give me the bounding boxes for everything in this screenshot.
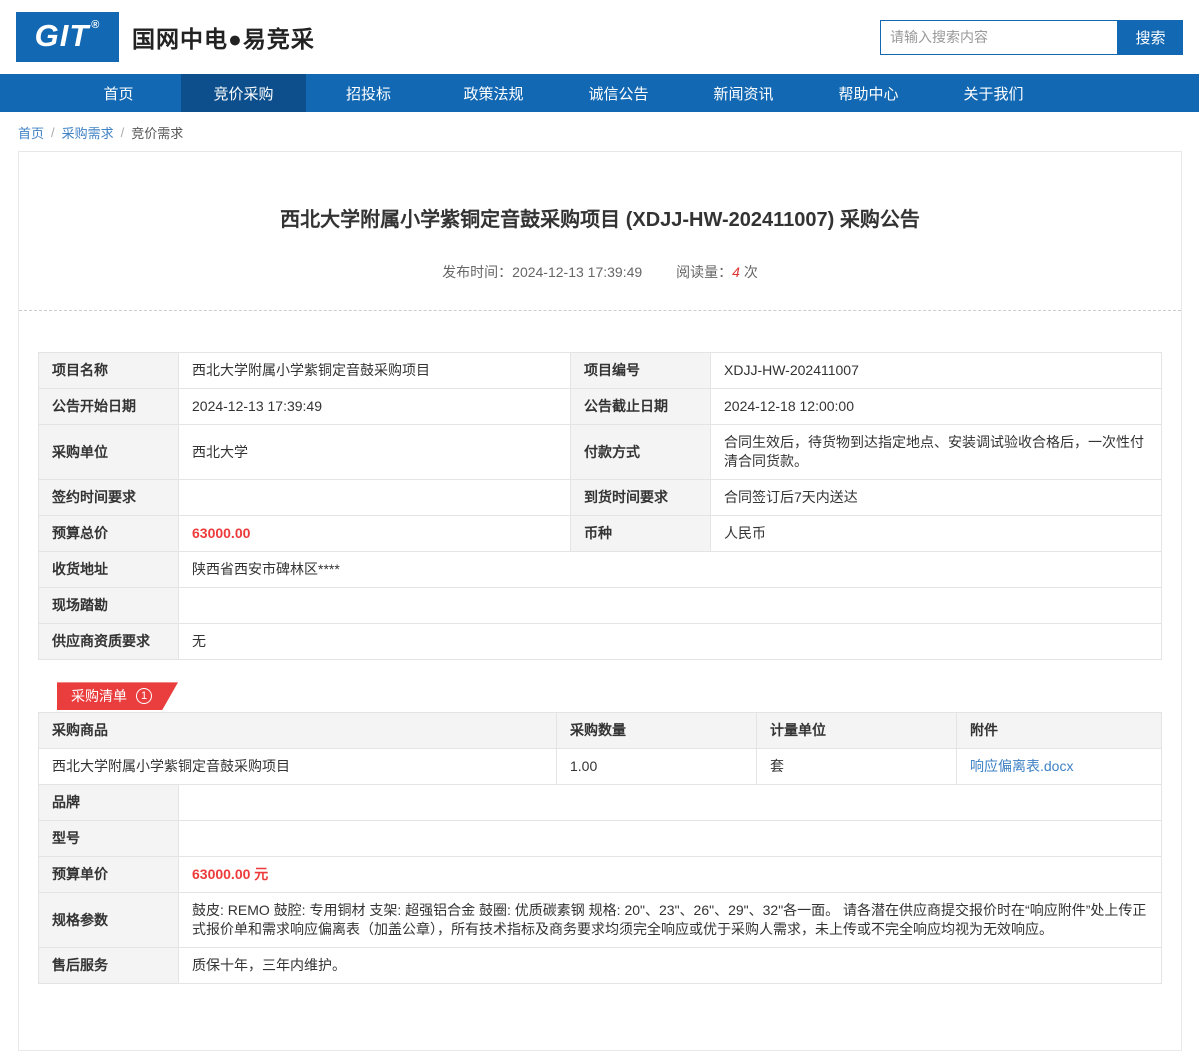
purchase-list-badge: 采购清单 1 bbox=[57, 682, 178, 710]
badge-count-icon: 1 bbox=[136, 688, 152, 704]
info-label: 公告截止日期 bbox=[571, 389, 711, 425]
info-value: 2024-12-13 17:39:49 bbox=[179, 389, 571, 425]
nav-item-news[interactable]: 新闻资讯 bbox=[681, 74, 806, 112]
search-group: 搜索 bbox=[880, 20, 1183, 55]
detail-label: 规格参数 bbox=[39, 893, 179, 948]
breadcrumb-current: 竞价需求 bbox=[131, 123, 183, 142]
notice-card: 西北大学附属小学紫铜定音鼓采购项目 (XDJJ-HW-202411007) 采购… bbox=[18, 151, 1182, 1051]
table-row: 供应商资质要求 无 bbox=[39, 624, 1162, 660]
breadcrumb-home[interactable]: 首页 bbox=[18, 123, 44, 142]
after-sales-service: 质保十年，三年内维护。 bbox=[179, 948, 1162, 984]
info-value: 西北大学 bbox=[179, 425, 571, 480]
info-label: 收货地址 bbox=[39, 552, 179, 588]
info-value bbox=[179, 480, 571, 516]
info-value: 无 bbox=[179, 624, 1162, 660]
dashed-divider bbox=[19, 310, 1181, 311]
info-value: 合同签订后7天内送达 bbox=[711, 480, 1162, 516]
search-button[interactable]: 搜索 bbox=[1118, 20, 1183, 55]
nav-item-about[interactable]: 关于我们 bbox=[931, 74, 1056, 112]
column-header-quantity: 采购数量 bbox=[557, 713, 757, 749]
column-header-unit: 计量单位 bbox=[757, 713, 957, 749]
info-label: 采购单位 bbox=[39, 425, 179, 480]
info-label: 项目名称 bbox=[39, 353, 179, 389]
logo-text: GIT bbox=[35, 12, 90, 60]
project-info-table: 项目名称 西北大学附属小学紫铜定音鼓采购项目 项目编号 XDJJ-HW-2024… bbox=[38, 352, 1162, 660]
table-row: 预算总价 63000.00 币种 人民币 bbox=[39, 516, 1162, 552]
info-value: 2024-12-18 12:00:00 bbox=[711, 389, 1162, 425]
detail-label: 预算单价 bbox=[39, 857, 179, 893]
detail-value bbox=[179, 821, 1162, 857]
budget-total-price: 63000.00 bbox=[179, 516, 571, 552]
publish-time-value: 2024-12-13 17:39:49 bbox=[512, 264, 642, 280]
detail-label: 售后服务 bbox=[39, 948, 179, 984]
info-label: 币种 bbox=[571, 516, 711, 552]
info-label: 签约时间要求 bbox=[39, 480, 179, 516]
detail-label: 品牌 bbox=[39, 785, 179, 821]
publish-time-label: 发布时间： bbox=[442, 264, 512, 280]
search-input[interactable] bbox=[880, 20, 1118, 55]
views-label: 阅读量： bbox=[676, 264, 732, 280]
breadcrumb: 首页 / 采购需求 / 竞价需求 bbox=[0, 112, 1199, 151]
table-row: 项目名称 西北大学附属小学紫铜定音鼓采购项目 项目编号 XDJJ-HW-2024… bbox=[39, 353, 1162, 389]
table-row: 西北大学附属小学紫铜定音鼓采购项目 1.00 套 响应偏离表.docx bbox=[39, 749, 1162, 785]
notice-head: 西北大学附属小学紫铜定音鼓采购项目 (XDJJ-HW-202411007) 采购… bbox=[19, 152, 1181, 310]
table-row: 售后服务 质保十年，三年内维护。 bbox=[39, 948, 1162, 984]
notice-meta: 发布时间：2024-12-13 17:39:49 阅读量：4 次 bbox=[49, 262, 1151, 282]
table-row: 品牌 bbox=[39, 785, 1162, 821]
info-value: 人民币 bbox=[711, 516, 1162, 552]
breadcrumb-separator: / bbox=[121, 125, 125, 140]
nav-item-home[interactable]: 首页 bbox=[56, 74, 181, 112]
table-row: 现场踏勘 bbox=[39, 588, 1162, 624]
nav-item-tender[interactable]: 招投标 bbox=[306, 74, 431, 112]
attachment-link[interactable]: 响应偏离表.docx bbox=[970, 758, 1073, 774]
info-value: 西北大学附属小学紫铜定音鼓采购项目 bbox=[179, 353, 571, 389]
table-row: 签约时间要求 到货时间要求 合同签订后7天内送达 bbox=[39, 480, 1162, 516]
site-title: 国网中电●易竞采 bbox=[132, 20, 315, 54]
product-name: 西北大学附属小学紫铜定音鼓采购项目 bbox=[39, 749, 557, 785]
nav-item-integrity[interactable]: 诚信公告 bbox=[556, 74, 681, 112]
detail-value bbox=[179, 785, 1162, 821]
info-value: XDJJ-HW-202411007 bbox=[711, 353, 1162, 389]
page-title: 西北大学附属小学紫铜定音鼓采购项目 (XDJJ-HW-202411007) 采购… bbox=[49, 205, 1151, 235]
column-header-product: 采购商品 bbox=[39, 713, 557, 749]
info-value bbox=[179, 588, 1162, 624]
info-value: 合同生效后，待货物到达指定地点、安装调试验收合格后，一次性付清合同货款。 bbox=[711, 425, 1162, 480]
table-row: 采购单位 西北大学 付款方式 合同生效后，待货物到达指定地点、安装调试验收合格后… bbox=[39, 425, 1162, 480]
table-row: 预算单价 63000.00 元 bbox=[39, 857, 1162, 893]
info-label: 项目编号 bbox=[571, 353, 711, 389]
table-header-row: 采购商品 采购数量 计量单位 附件 bbox=[39, 713, 1162, 749]
info-label: 公告开始日期 bbox=[39, 389, 179, 425]
info-label: 供应商资质要求 bbox=[39, 624, 179, 660]
detail-label: 型号 bbox=[39, 821, 179, 857]
nav-item-policy[interactable]: 政策法规 bbox=[431, 74, 556, 112]
nav-item-bidding[interactable]: 竞价采购 bbox=[181, 74, 306, 112]
table-row: 收货地址 陕西省西安市碑林区**** bbox=[39, 552, 1162, 588]
product-unit: 套 bbox=[757, 749, 957, 785]
info-label: 预算总价 bbox=[39, 516, 179, 552]
table-row: 公告开始日期 2024-12-13 17:39:49 公告截止日期 2024-1… bbox=[39, 389, 1162, 425]
top-header: GIT® 国网中电●易竞采 搜索 bbox=[0, 0, 1199, 74]
info-label: 付款方式 bbox=[571, 425, 711, 480]
views-count: 4 bbox=[732, 264, 740, 280]
main-nav: 首页 竞价采购 招投标 政策法规 诚信公告 新闻资讯 帮助中心 关于我们 bbox=[0, 74, 1199, 112]
column-header-attachment: 附件 bbox=[957, 713, 1162, 749]
purchase-list-badge-label: 采购清单 bbox=[71, 686, 127, 706]
info-label: 到货时间要求 bbox=[571, 480, 711, 516]
spec-parameters: 鼓皮: REMO 鼓腔: 专用铜材 支架: 超强铝合金 鼓圈: 优质碳素钢 规格… bbox=[179, 893, 1162, 948]
nav-item-help[interactable]: 帮助中心 bbox=[806, 74, 931, 112]
registered-trademark-icon: ® bbox=[91, 12, 100, 38]
breadcrumb-purchase-demand[interactable]: 采购需求 bbox=[62, 123, 114, 142]
product-detail-table: 品牌 型号 预算单价 63000.00 元 规格参数 鼓皮: REMO 鼓腔: … bbox=[38, 784, 1162, 984]
breadcrumb-separator: / bbox=[51, 125, 55, 140]
budget-unit-price: 63000.00 元 bbox=[179, 857, 1162, 893]
table-row: 规格参数 鼓皮: REMO 鼓腔: 专用铜材 支架: 超强铝合金 鼓圈: 优质碳… bbox=[39, 893, 1162, 948]
purchase-list-table: 采购商品 采购数量 计量单位 附件 西北大学附属小学紫铜定音鼓采购项目 1.00… bbox=[38, 712, 1162, 785]
info-label: 现场踏勘 bbox=[39, 588, 179, 624]
table-row: 型号 bbox=[39, 821, 1162, 857]
site-logo[interactable]: GIT® bbox=[16, 12, 119, 62]
product-quantity: 1.00 bbox=[557, 749, 757, 785]
info-value: 陕西省西安市碑林区**** bbox=[179, 552, 1162, 588]
views-suffix: 次 bbox=[744, 264, 758, 280]
